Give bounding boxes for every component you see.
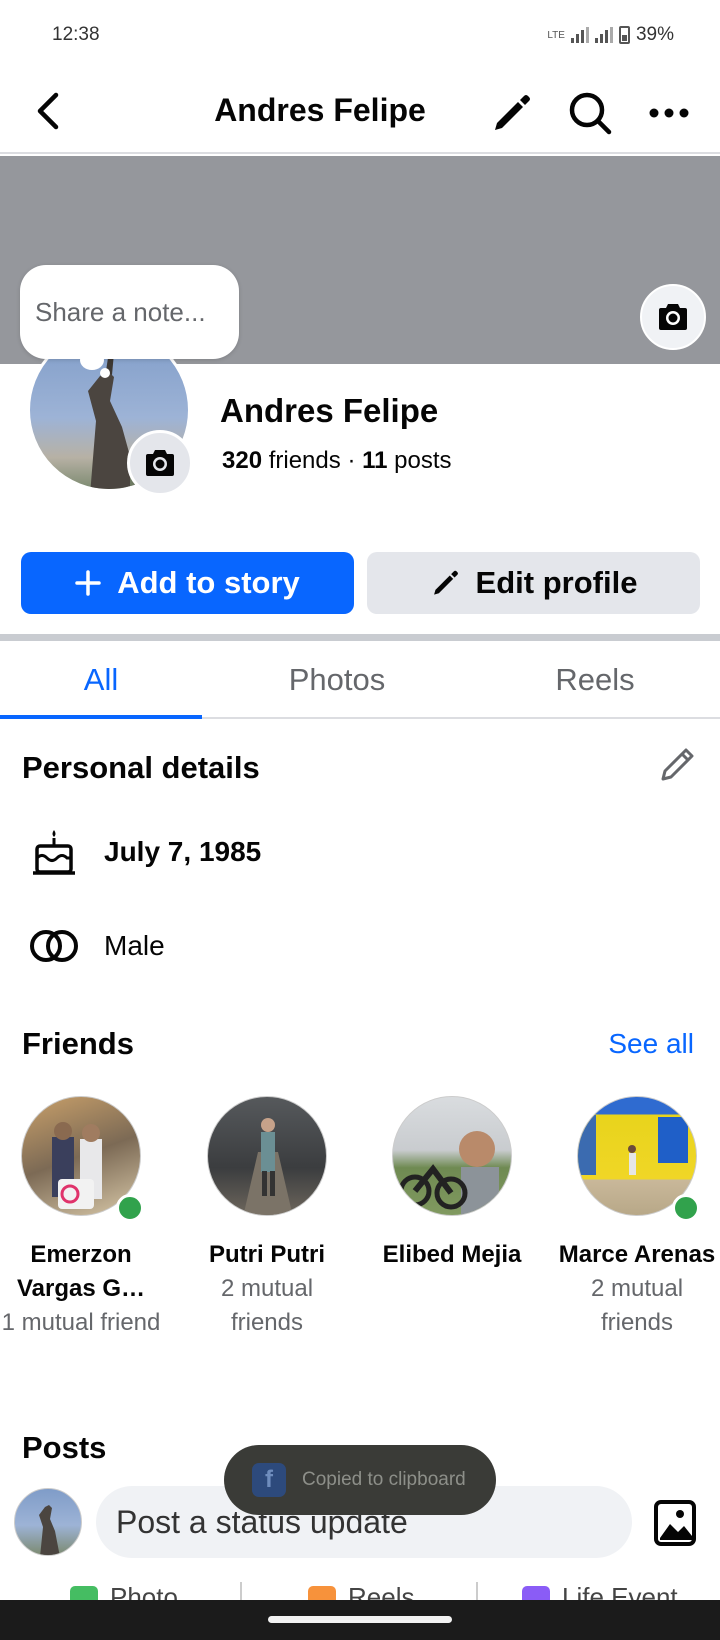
tab-photos[interactable]: Photos: [236, 641, 438, 719]
posts-title: Posts: [22, 1430, 107, 1465]
photo-action[interactable]: Photo: [70, 1582, 178, 1600]
profile-stats: 320 friends · 11 posts: [222, 447, 452, 475]
add-to-story-label: Add to story: [117, 565, 300, 600]
system-nav-bar: [0, 1600, 720, 1640]
status-icons: LTE 39%: [547, 24, 674, 46]
page-title: Andres Felipe: [214, 92, 426, 128]
reels-action-icon: [308, 1586, 336, 1600]
friend-mutual: 2 mutual friends: [590, 1275, 684, 1336]
friends-label: friends: [268, 447, 341, 474]
tab-all[interactable]: All: [0, 641, 202, 719]
photo-icon: [654, 1500, 696, 1546]
edit-profile-label: Edit profile: [475, 565, 638, 600]
edit-details-button[interactable]: [658, 742, 700, 784]
edit-button[interactable]: [484, 86, 538, 140]
camera-icon: [659, 304, 687, 330]
friend-photo-image: [243, 1118, 293, 1215]
share-note-bubble[interactable]: Share a note...: [20, 265, 239, 359]
network-type: LTE: [547, 29, 565, 41]
note-bubble-tail-dot: [100, 368, 110, 378]
friend-card[interactable]: Elibed Mejia: [372, 1096, 532, 1272]
online-indicator: [672, 1194, 700, 1222]
photo-action-icon: [70, 1586, 98, 1600]
friend-photo-image: [398, 1131, 499, 1215]
see-all-friends-link[interactable]: See all: [608, 1028, 694, 1060]
facebook-icon: f: [252, 1463, 286, 1497]
action-separator: [240, 1582, 242, 1600]
search-icon: [569, 92, 612, 135]
clipboard-toast: f Copied to clipboard: [224, 1445, 496, 1515]
gender-row: Male: [0, 916, 720, 976]
posts-label: posts: [394, 447, 452, 474]
life-event-action[interactable]: Life Event: [522, 1582, 678, 1600]
section-divider: [0, 634, 720, 641]
action-separator: [476, 1582, 478, 1600]
signal-icon: [570, 27, 589, 43]
note-placeholder: Share a note...: [35, 296, 206, 327]
post-actions-row: Photo Reels Life Event: [0, 1582, 720, 1600]
pencil-icon: [433, 570, 458, 595]
battery-percent: 39%: [635, 24, 674, 45]
note-bubble-tail: [80, 350, 104, 370]
friend-mutual: 2 mutual friends: [220, 1275, 314, 1336]
stats-separator: ·: [347, 447, 356, 474]
profile-tabs: All Photos Reels: [0, 641, 720, 719]
tab-all-label: All: [83, 662, 119, 697]
friend-name: Emerzon Vargas G…: [16, 1241, 146, 1302]
posts-count: 11: [362, 447, 388, 474]
composer-avatar-image: [39, 1505, 60, 1555]
home-indicator[interactable]: [268, 1616, 452, 1623]
reels-action[interactable]: Reels: [308, 1582, 414, 1600]
plus-icon: [75, 570, 101, 596]
life-event-action-label: Life Event: [562, 1582, 678, 1600]
friend-name: Marce Arenas: [558, 1241, 716, 1268]
birthday-row: July 7, 1985: [0, 822, 720, 882]
birthday-text: July 7, 1985: [104, 836, 262, 867]
gender-text: Male: [104, 930, 165, 961]
edit-profile-button[interactable]: Edit profile: [367, 552, 700, 614]
friends-count: 320: [222, 447, 263, 474]
friend-mutual: 1 mutual friend: [1, 1309, 161, 1336]
personal-details-title: Personal details: [22, 750, 260, 785]
pencil-icon: [495, 95, 530, 130]
status-bar: 12:38 LTE 39%: [0, 0, 720, 72]
tab-photos-label: Photos: [288, 662, 386, 697]
toast-text: Copied to clipboard: [302, 1469, 466, 1490]
top-nav: Andres Felipe: [0, 72, 720, 154]
friend-avatar: [207, 1096, 327, 1216]
battery-icon: [618, 26, 630, 44]
pencil-outline-icon: [661, 748, 694, 781]
avatar-camera-button[interactable]: [127, 430, 193, 496]
tab-reels[interactable]: Reels: [494, 641, 696, 719]
add-to-story-button[interactable]: Add to story: [21, 552, 354, 614]
tab-reels-label: Reels: [555, 662, 635, 697]
composer-avatar: [14, 1488, 82, 1556]
profile-name: Andres Felipe: [220, 392, 439, 429]
friend-card[interactable]: Marce Arenas 2 mutual friends: [557, 1096, 717, 1340]
active-tab-indicator: [0, 715, 202, 719]
more-button[interactable]: [642, 86, 696, 140]
online-indicator: [116, 1194, 144, 1222]
friend-avatar: [392, 1096, 512, 1216]
birthday-cake-icon: [28, 828, 80, 876]
signal-icon-2: [594, 27, 613, 43]
reels-action-label: Reels: [348, 1582, 415, 1600]
friends-title: Friends: [22, 1026, 134, 1061]
camera-icon: [146, 450, 174, 476]
search-button[interactable]: [563, 86, 617, 140]
gender-rings-icon: [28, 922, 80, 970]
photo-action-label: Photo: [110, 1582, 178, 1600]
friend-card[interactable]: Putri Putri 2 mutual friends: [187, 1096, 347, 1340]
add-photo-button[interactable]: [652, 1494, 698, 1548]
more-dots-icon: [649, 108, 689, 118]
status-time: 12:38: [52, 24, 100, 45]
friend-card[interactable]: Emerzon Vargas G… 1 mutual friend: [1, 1096, 161, 1340]
friend-name: Putri Putri: [208, 1241, 325, 1268]
cover-camera-button[interactable]: [640, 284, 706, 350]
life-event-action-icon: [522, 1586, 550, 1600]
friend-name: Elibed Mejia: [382, 1241, 522, 1268]
